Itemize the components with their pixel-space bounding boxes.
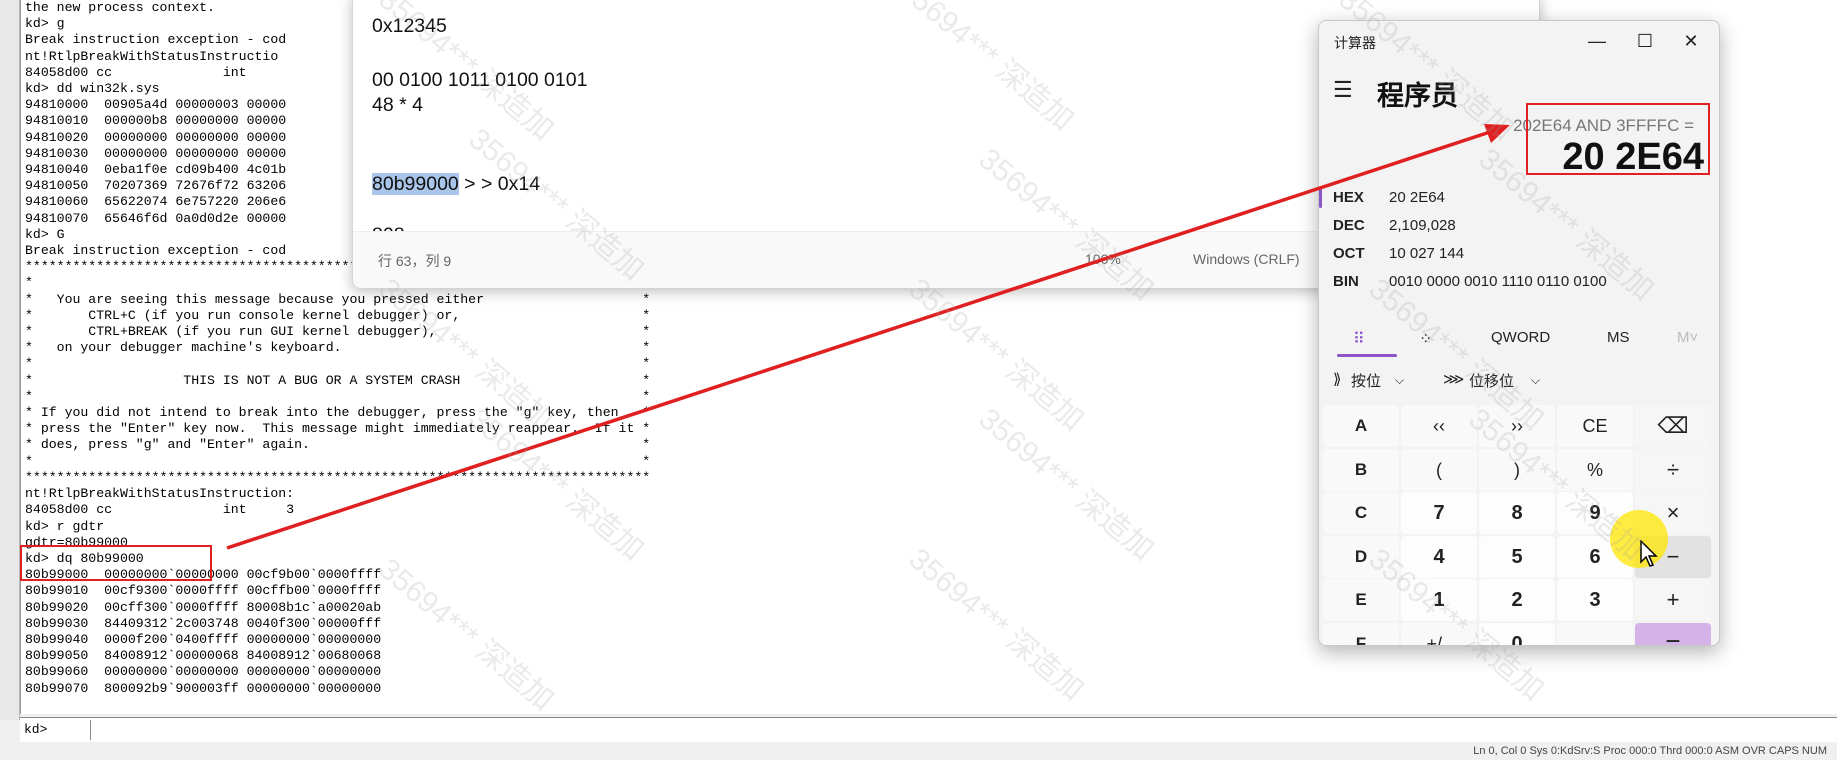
console-line: * does, press "g" and "Enter" again. * [25,437,651,453]
console-line: 80b99050 84008912`00000068 84008912`0068… [25,648,382,664]
key-op-1-0[interactable]: ‹‹ [1401,405,1477,447]
debugger-left-strip [0,0,20,720]
key-digit-1[interactable]: 1 [1401,579,1477,621]
radix-label: OCT [1333,245,1365,262]
active-tab-indicator [1337,354,1397,357]
calculator-title: 计算器 [1334,35,1376,51]
key-hex-E[interactable]: E [1323,579,1399,621]
bitwise-icon: ⟫ [1333,371,1342,388]
cursor-position: 行 63，列 9 [378,253,452,269]
console-line: * You are seeing this message because yo… [25,291,651,307]
selected-text: 80b99000 [372,173,459,195]
bitshift-icon: ⋙ [1443,371,1465,388]
key-op-4-5[interactable]: = [1635,622,1711,645]
console-line: * THIS IS NOT A BUG OR A SYSTEM CRASH * [25,372,651,388]
console-line: * * [25,388,651,404]
highlight-box-result [1526,103,1710,175]
radix-bin[interactable]: BIN 0010 0000 0010 1110 0110 0100 [1319,268,1719,296]
key-op-2-0[interactable]: ›› [1479,405,1555,447]
chevron-down-icon: ⌵ [1531,373,1541,387]
radix-oct[interactable]: OCT 10 027 144 [1319,240,1719,268]
debugger-statusbar: Ln 0, Col 0 Sys 0:KdSrv:S Proc 000:0 Thr… [0,743,1837,760]
console-line: 80b99060 00000000`00000000 00000000`0000… [25,664,382,680]
notepad-line-rest: > > 0x14 [458,173,541,195]
mode-row: ⠿ ⁘ QWORD MS M˅ [1319,321,1719,357]
bit-toggle-keypad-icon[interactable]: ⁘ [1419,329,1432,349]
memory-list-button[interactable]: M˅ [1677,329,1698,346]
bitwise-button[interactable]: 按位 [1351,370,1381,391]
close-icon[interactable]: ✕ [1669,27,1713,55]
key-digit-4[interactable]: 4 [1401,535,1477,578]
key-op-3-1[interactable]: % [1557,448,1633,491]
key-op-3-5[interactable]: . [1557,622,1633,645]
console-line: * * [25,453,651,469]
radix-label: HEX [1333,189,1364,206]
key-op-4-0[interactable]: ⌫ [1635,405,1711,447]
radix-label: DEC [1333,217,1365,234]
hamburger-menu-icon[interactable]: ☰ [1333,77,1353,103]
console-line: 80b99040 0000f200`0400ffff 00000000`0000… [25,631,382,647]
console-line: * CTRL+C (if you run console kernel debu… [25,307,651,323]
notepad-line: 80b99000 > > 0x14 [372,173,540,196]
radix-dec[interactable]: DEC 2,109,028 [1319,212,1719,240]
command-input[interactable] [90,720,1837,740]
console-line: ****************************************… [25,469,651,485]
console-line: 80b99030 84409312`2c003748 0040f300`0000… [25,615,382,631]
full-keypad-icon[interactable]: ⠿ [1353,329,1365,349]
bitwise-row: ⟫ 按位 ⌵ ⋙ 位移位 ⌵ [1319,364,1719,398]
notepad-line: 48 * 4 [372,94,423,116]
key-digit-8[interactable]: 8 [1479,492,1555,534]
key-digit-7[interactable]: 7 [1401,492,1477,534]
key-hex-A[interactable]: A [1323,405,1399,447]
key-hex-D[interactable]: D [1323,535,1399,578]
radix-hex[interactable]: HEX 20 2E64 [1319,184,1719,212]
console-line: 84058d00 cc int 3 [25,502,295,518]
calculator-mode: 程序员 [1377,81,1458,111]
command-prompt: kd> [24,722,48,737]
console-line: kd> r gdtr [25,518,105,534]
console-line: nt!RtlpBreakWithStatusInstruction: [25,486,295,502]
maximize-icon[interactable]: ☐ [1623,27,1667,55]
console-line: * on your debugger machine's keyboard. * [25,340,651,356]
key-digit-0[interactable]: 0 [1479,622,1555,645]
notepad-line: 0x12345 [372,15,447,37]
key-op-3-0[interactable]: CE [1557,405,1633,447]
status-text: Ln 0, Col 0 Sys 0:KdSrv:S Proc 000:0 Thr… [1473,745,1827,757]
calculator-titlebar[interactable]: 计算器 — ☐ ✕ [1319,21,1719,61]
key-digit-2[interactable]: 2 [1479,579,1555,621]
console-line: 80b99020 00cff300`0000ffff 80008b1c`a000… [25,599,382,615]
console-line: * If you did not intend to break into th… [25,405,651,421]
radix-label: BIN [1333,273,1359,290]
radix-value: 2,109,028 [1389,217,1456,234]
console-line: * CTRL+BREAK (if you run GUI kernel debu… [25,324,651,340]
zoom-level: 100% [1085,251,1121,267]
word-size-button[interactable]: QWORD [1491,329,1550,346]
chevron-down-icon: ⌵ [1395,373,1405,387]
key-op-2-1[interactable]: ) [1479,448,1555,491]
console-line: * * [25,356,651,372]
bitshift-button[interactable]: 位移位 [1469,370,1514,391]
console-line: * press the "Enter" key now. This messag… [25,421,651,437]
key-digit-3[interactable]: 3 [1557,579,1633,621]
console-line: 80b99010 00cf9300`0000ffff 00cffb00`0000… [25,583,382,599]
memory-store-button[interactable]: MS [1607,329,1630,346]
highlight-box-dq-command [20,545,212,581]
key-op-1-1[interactable]: ( [1401,448,1477,491]
radix-value: 20 2E64 [1389,189,1445,206]
mouse-cursor-icon [1640,540,1658,567]
key-op-4-1[interactable]: ÷ [1635,448,1711,491]
key-hex-F[interactable]: F [1323,622,1399,645]
key-op-1-5[interactable]: +/₋ [1401,622,1477,645]
notepad-line: 00 0100 1011 0100 0101 [372,69,588,91]
radix-value: 0010 0000 0010 1110 0110 0100 [1389,273,1607,290]
console-line: 80b99070 800092b9`900003ff 00000000`0000… [25,680,382,696]
minimize-icon[interactable]: — [1575,27,1619,55]
key-digit-5[interactable]: 5 [1479,535,1555,578]
key-hex-B[interactable]: B [1323,448,1399,491]
command-row: kd> [20,717,1837,742]
key-op-4-4[interactable]: + [1635,579,1711,621]
key-hex-C[interactable]: C [1323,492,1399,534]
line-ending: Windows (CRLF) [1193,251,1300,267]
radix-value: 10 027 144 [1389,245,1465,262]
